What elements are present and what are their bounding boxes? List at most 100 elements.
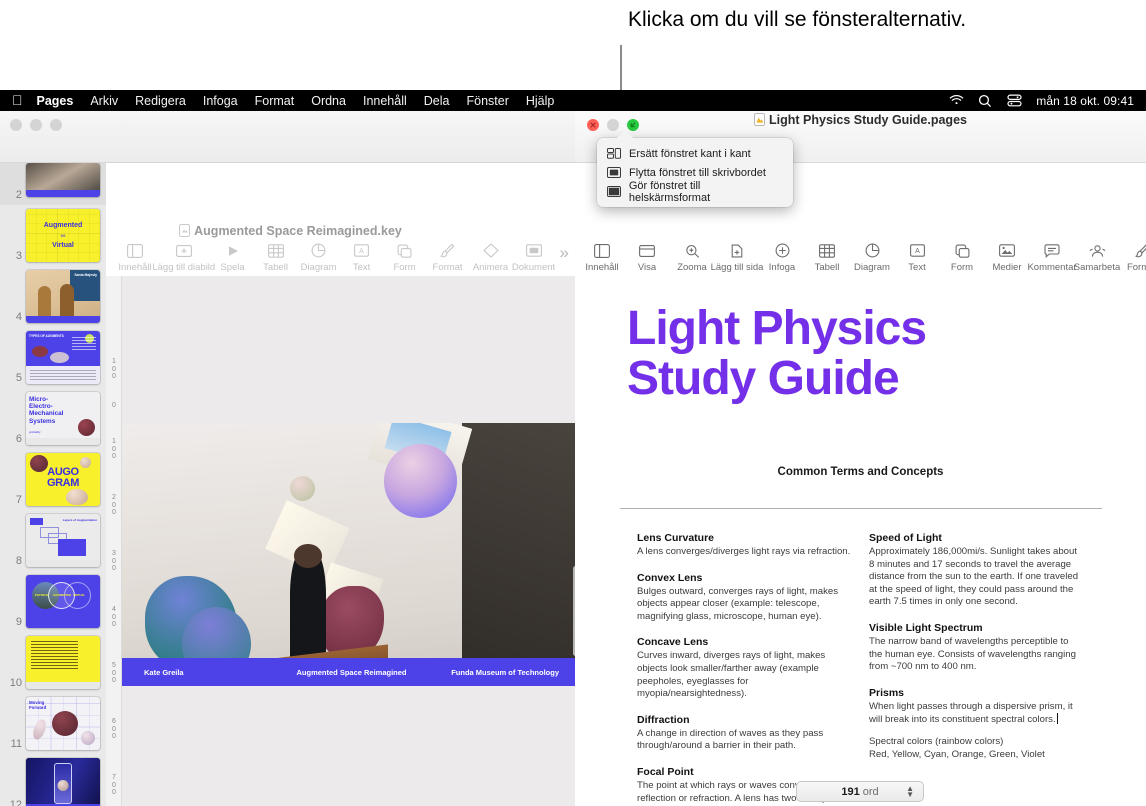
slide-thumbnail-4[interactable]: 4 Santa Majesty xyxy=(0,266,106,327)
pages-title-text: Light Physics Study Guide.pages xyxy=(769,113,967,127)
menu-item-ordna[interactable]: Ordna xyxy=(311,94,346,108)
zoom-button[interactable] xyxy=(50,119,62,131)
ruler-tick: 0 xyxy=(112,402,116,409)
slide-thumbnail-image: Micro- Electro- Mechanical Systems probably xyxy=(26,392,100,445)
slide-thumbnail-5[interactable]: 5 TYPES OF AUGMENTS xyxy=(0,327,106,388)
menu-item-arkiv[interactable]: Arkiv xyxy=(90,94,118,108)
chart-icon xyxy=(865,241,880,260)
slide-thumbnail-7[interactable]: 7 AUGO GRAM xyxy=(0,449,106,510)
toolbar-button-spela[interactable]: Spela xyxy=(216,241,250,273)
comment-icon xyxy=(1044,241,1060,260)
zoom-icon xyxy=(685,241,700,260)
slide-thumbnail-12[interactable]: 12 xyxy=(0,754,106,806)
slide-thumbnail-text: Micro- Electro- Mechanical Systems xyxy=(29,396,64,425)
toolbar-button-lagg-till-sida[interactable]: Lägg till sida xyxy=(711,241,763,273)
slide-thumbnail-3[interactable]: 3 Augmented vs Virtual xyxy=(0,205,106,266)
toolbar-button-format[interactable]: Format xyxy=(431,241,465,273)
popover-item-tile-window[interactable]: Ersätt fönstret kant i kant xyxy=(597,144,793,163)
slide-footer-left: Kate Greila xyxy=(144,667,184,677)
slide-number: 3 xyxy=(15,250,22,262)
keynote-window[interactable]: Innehåll Lägg till diabild Spela Tabell … xyxy=(0,111,581,806)
toolbar-button-samarbeta[interactable]: Samarbeta xyxy=(1074,241,1120,273)
menu-item-format[interactable]: Format xyxy=(255,94,295,108)
term-extra-line-1: Spectral colors (rainbow colors) xyxy=(869,735,1004,747)
insert-icon xyxy=(775,241,790,260)
svg-text:A: A xyxy=(359,248,364,255)
document-title-line-2: Study Guide xyxy=(627,352,900,405)
chevron-double-right-icon[interactable]: » xyxy=(560,241,569,263)
window-options-popover[interactable]: Ersätt fönstret kant i kant Flytta fönst… xyxy=(597,131,793,207)
popover-item-fullscreen[interactable]: Gör fönstret till helskärmsformat xyxy=(597,180,793,204)
menu-bar:  Pages Arkiv Redigera Infoga Format Ord… xyxy=(0,90,1146,111)
spotlight-search-icon[interactable] xyxy=(978,94,993,108)
pages-window[interactable]: Innehåll Visa Zooma Lägg till sida Infog… xyxy=(575,111,1146,806)
word-count-badge[interactable]: 191 ord ▲ ▼ xyxy=(796,781,924,802)
pages-document-icon xyxy=(754,113,766,126)
term-title: Lens Curvature xyxy=(637,532,715,544)
slide-thumbnail-image xyxy=(26,636,100,689)
menu-item-redigera[interactable]: Redigera xyxy=(135,94,186,108)
toolbar-button-diagram[interactable]: Diagram xyxy=(853,241,891,273)
term-title: Focal Point xyxy=(637,765,694,778)
toolbar-button-visa[interactable]: Visa xyxy=(628,241,666,273)
toolbar-button-lagg-till-diabild[interactable]: Lägg till diabild xyxy=(152,241,215,273)
slide-thumbnail-2[interactable]: 2 xyxy=(0,163,106,205)
menu-item-infoga[interactable]: Infoga xyxy=(203,94,238,108)
keynote-slide-navigator[interactable]: 2 3 Augmented vs Virtual 4 Santa Majesty… xyxy=(0,163,106,806)
vertical-ruler: 100 0 100 200 300 400 500 600 700 800 90… xyxy=(106,276,122,806)
menu-item-dela[interactable]: Dela xyxy=(424,94,450,108)
menu-item-pages[interactable]: Pages xyxy=(37,94,74,108)
toolbar-button-format[interactable]: Format xyxy=(1123,241,1146,273)
toolbar-button-kommentar[interactable]: Kommentar xyxy=(1027,241,1077,273)
toolbar-label: Infoga xyxy=(768,262,796,273)
toolbar-button-diagram[interactable]: Diagram xyxy=(300,241,337,273)
menu-bar-clock[interactable]: mån 18 okt. 09:41 xyxy=(1036,94,1134,108)
term-title: Speed of Light xyxy=(869,532,942,544)
toolbar-button-animera[interactable]: Animera xyxy=(473,241,508,273)
toolbar-button-tabell[interactable]: Tabell xyxy=(808,241,846,273)
svg-text:A: A xyxy=(915,248,920,255)
stepper-up-down-icon[interactable]: ▲ ▼ xyxy=(906,785,914,799)
toolbar-label: Dokument xyxy=(511,262,556,273)
slide-thumbnail-8[interactable]: 8 Layers of Augmentation xyxy=(0,510,106,571)
keynote-document-icon xyxy=(179,224,191,237)
keynote-title-text: Augmented Space Reimagined.key xyxy=(194,224,402,238)
toolbar-button-text[interactable]: A Text xyxy=(345,241,379,273)
slide-thumbnail-9[interactable]: 9 PHYSICAL AUGMENTED VIRTUAL xyxy=(0,571,106,632)
toolbar-button-form[interactable]: Form xyxy=(943,241,981,273)
toolbar-button-medier[interactable]: Medier xyxy=(988,241,1026,273)
toolbar-button-form[interactable]: Form xyxy=(388,241,422,273)
toolbar-button-zooma[interactable]: Zooma xyxy=(673,241,711,273)
toolbar-label: Diagram xyxy=(300,262,337,273)
document-subtitle: Common Terms and Concepts xyxy=(777,466,944,478)
toolbar-label: Innehåll xyxy=(585,262,619,273)
close-button[interactable] xyxy=(10,119,22,131)
media-icon xyxy=(999,241,1015,260)
menu-item-hjalp[interactable]: Hjälp xyxy=(526,94,555,108)
minimize-button[interactable] xyxy=(30,119,42,131)
menu-item-innehall[interactable]: Innehåll xyxy=(363,94,407,108)
toolbar-label: Kommentar xyxy=(1027,262,1077,273)
paintbrush-icon xyxy=(440,241,455,260)
toolbar-button-innehall[interactable]: Innehåll xyxy=(118,241,152,273)
term-entry: Concave Lens Curves inward, diverges ray… xyxy=(637,636,852,700)
slide-thumbnail-6[interactable]: 6 Micro- Electro- Mechanical Systems probab… xyxy=(0,388,106,449)
wifi-icon[interactable] xyxy=(949,94,964,108)
toolbar-button-infoga[interactable]: Infoga xyxy=(763,241,801,273)
toolbar-button-dokument[interactable]: Dokument xyxy=(512,241,555,273)
shape-icon xyxy=(955,241,970,260)
toolbar-button-tabell[interactable]: Tabell xyxy=(259,241,293,273)
toolbar-button-innehall[interactable]: Innehåll xyxy=(583,241,621,273)
slide-thumbnail-image: Santa Majesty xyxy=(26,270,100,323)
slide-thumbnail-11[interactable]: 11 Moving Forward xyxy=(0,693,106,754)
term-entry: Diffraction A change in direction of wav… xyxy=(637,714,852,753)
control-center-icon[interactable] xyxy=(1007,94,1022,108)
slide-thumbnail-10[interactable]: 10 xyxy=(0,632,106,693)
apple-logo-icon[interactable]:  xyxy=(12,93,23,107)
pages-document-canvas[interactable]: Light Physics Study Guide Common Terms a… xyxy=(575,274,1146,806)
keynote-slide-canvas[interactable]: Kate Greila Augmented Space Reimagined F… xyxy=(122,276,580,806)
table-icon xyxy=(267,241,284,260)
toolbar-button-text[interactable]: A Text xyxy=(898,241,936,273)
menu-item-fonster[interactable]: Fönster xyxy=(466,94,508,108)
term-extra-line-2: Red, Yellow, Cyan, Orange, Green, Violet xyxy=(869,748,1045,760)
